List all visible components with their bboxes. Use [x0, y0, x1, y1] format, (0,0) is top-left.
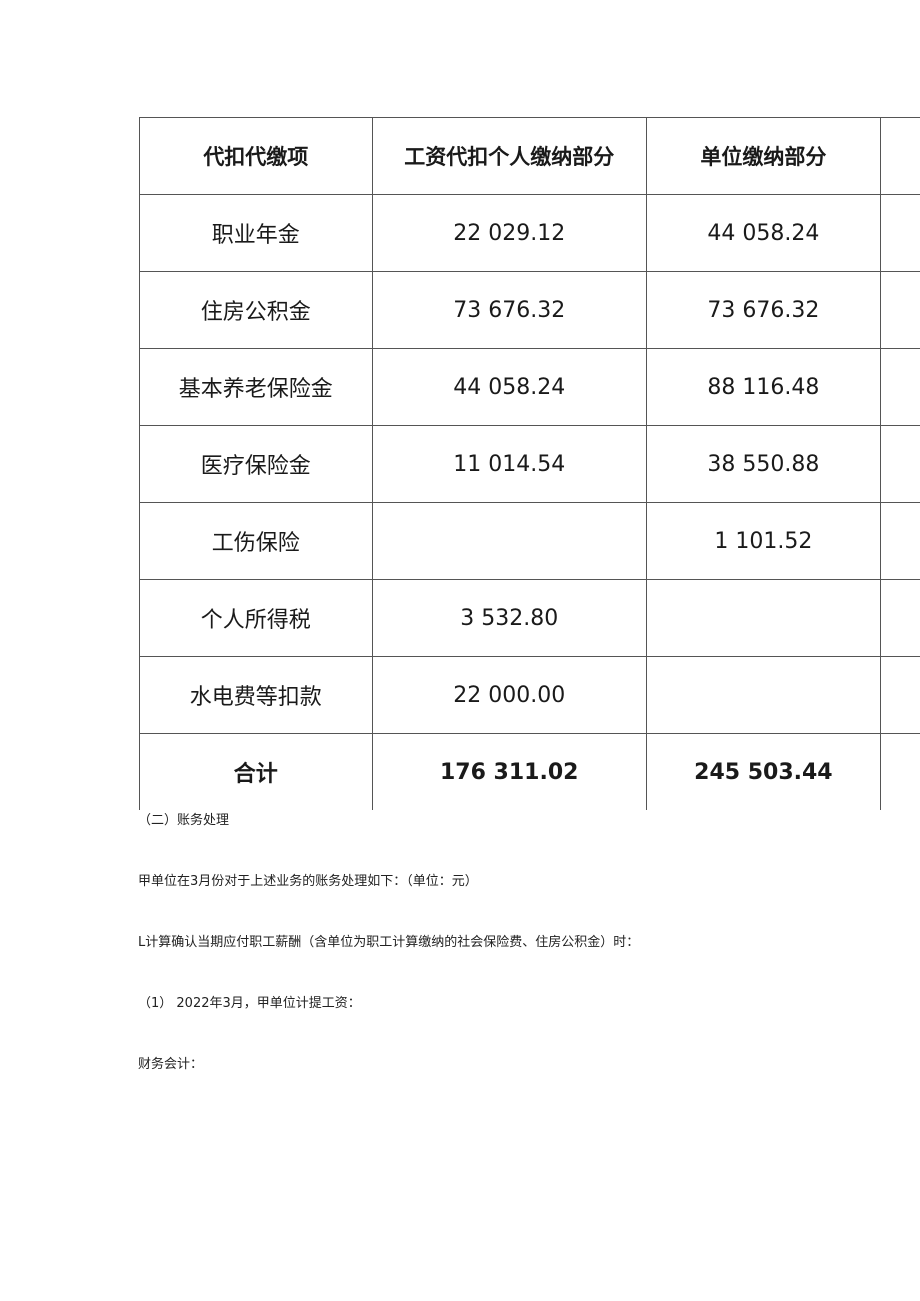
paragraph-step: L计算确认当期应付职工薪酬（含单位为职工计算缴纳的社会保险费、住房公积金）时：: [138, 935, 640, 950]
table-row: 水电费等扣款 22 000.00: [139, 656, 920, 734]
cell-unit: [645, 579, 881, 657]
table-row: 工伤保险 1 101.52: [139, 502, 920, 580]
cell-personal: [371, 502, 647, 580]
cell-personal: 22 029.12: [371, 194, 647, 272]
cell-unit: 88 116.48: [645, 348, 881, 426]
cell-extra: [879, 502, 920, 580]
header-extra: [879, 117, 920, 195]
cell-unit: 73 676.32: [645, 271, 881, 349]
total-personal: 176 311.02: [371, 733, 647, 810]
cell-item: 医疗保险金: [139, 425, 373, 503]
cell-item: 水电费等扣款: [139, 656, 373, 734]
paragraph-item-1: （1） 2022年3月，甲单位计提工资：: [138, 996, 361, 1011]
total-label: 合计: [139, 733, 373, 810]
header-unit: 单位缴纳部分: [645, 117, 881, 195]
cell-personal: 3 532.80: [371, 579, 647, 657]
cell-item: 住房公积金: [139, 271, 373, 349]
cell-personal: 11 014.54: [371, 425, 647, 503]
header-item: 代扣代缴项: [139, 117, 373, 195]
table-row: 职业年金 22 029.12 44 058.24: [139, 194, 920, 272]
cell-extra: [879, 425, 920, 503]
paragraph-intro: 甲单位在3月份对于上述业务的账务处理如下：（单位：元）: [138, 874, 478, 889]
cell-extra: [879, 271, 920, 349]
section-heading: （二）账务处理: [138, 813, 230, 828]
table-total-row: 合计 176 311.02 245 503.44: [139, 733, 920, 810]
cell-item: 基本养老保险金: [139, 348, 373, 426]
cell-extra: [879, 348, 920, 426]
cell-unit: 1 101.52: [645, 502, 881, 580]
cell-unit: [645, 656, 881, 734]
cell-item: 工伤保险: [139, 502, 373, 580]
table-row: 医疗保险金 11 014.54 38 550.88: [139, 425, 920, 503]
cell-extra: [879, 194, 920, 272]
header-personal: 工资代扣个人缴纳部分: [371, 117, 647, 195]
cell-extra: [879, 656, 920, 734]
table-row: 基本养老保险金 44 058.24 88 116.48: [139, 348, 920, 426]
withholding-table: 代扣代缴项 工资代扣个人缴纳部分 单位缴纳部分 职业年金 22 029.12 4…: [139, 117, 920, 810]
total-unit: 245 503.44: [645, 733, 881, 810]
cell-personal: 73 676.32: [371, 271, 647, 349]
cell-item: 个人所得税: [139, 579, 373, 657]
cell-unit: 44 058.24: [645, 194, 881, 272]
cell-extra: [879, 579, 920, 657]
table-header-row: 代扣代缴项 工资代扣个人缴纳部分 单位缴纳部分: [139, 117, 920, 195]
cell-unit: 38 550.88: [645, 425, 881, 503]
table-row: 个人所得税 3 532.80: [139, 579, 920, 657]
total-extra: [879, 733, 920, 810]
paragraph-financial-accounting: 财务会计：: [138, 1057, 204, 1072]
table-row: 住房公积金 73 676.32 73 676.32: [139, 271, 920, 349]
cell-personal: 44 058.24: [371, 348, 647, 426]
cell-item: 职业年金: [139, 194, 373, 272]
cell-personal: 22 000.00: [371, 656, 647, 734]
